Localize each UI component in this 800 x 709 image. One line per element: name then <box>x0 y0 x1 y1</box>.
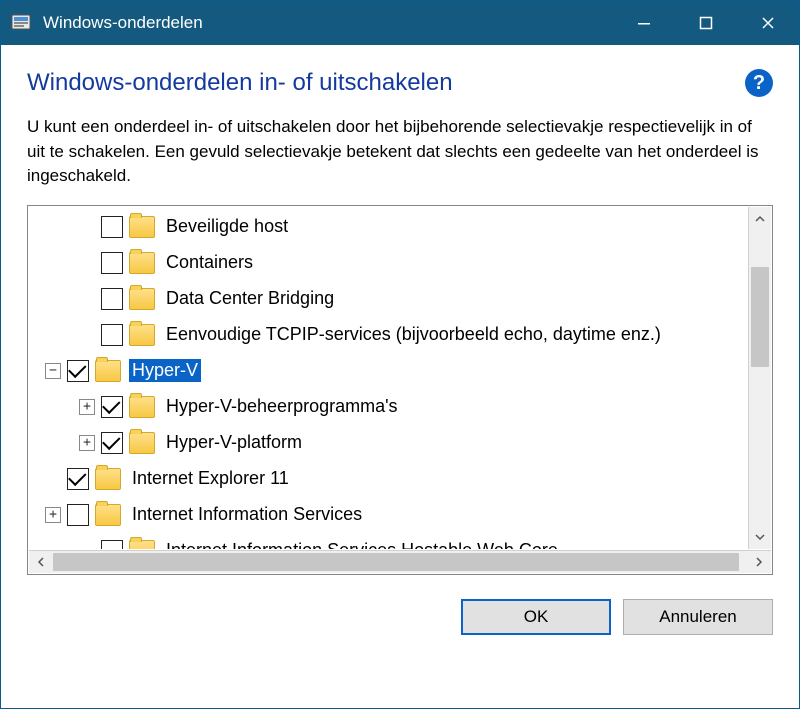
collapse-icon[interactable]: − <box>45 363 61 379</box>
folder-icon <box>129 216 155 238</box>
tree-row[interactable]: +Data Center Bridging <box>29 281 747 317</box>
scroll-left-icon[interactable] <box>29 551 53 573</box>
tree-row[interactable]: +Containers <box>29 245 747 281</box>
folder-icon <box>129 396 155 418</box>
feature-label[interactable]: Hyper-V <box>129 359 201 382</box>
ok-button[interactable]: OK <box>461 599 611 635</box>
tree-row[interactable]: +Internet Information Services Hostable … <box>29 533 747 549</box>
heading-row: Windows-onderdelen in- of uitschakelen ? <box>27 69 773 97</box>
maximize-button[interactable] <box>675 1 737 45</box>
dialog-body: Windows-onderdelen in- of uitschakelen ?… <box>1 45 799 708</box>
tree-list: +Beveiligde host+Containers+Data Center … <box>29 207 747 549</box>
feature-checkbox[interactable] <box>67 504 89 526</box>
app-icon <box>9 11 33 35</box>
folder-icon <box>95 468 121 490</box>
feature-checkbox[interactable] <box>101 324 123 346</box>
tree-row[interactable]: +Beveiligde host <box>29 209 747 245</box>
hscroll-thumb[interactable] <box>53 553 739 571</box>
help-icon[interactable]: ? <box>745 69 773 97</box>
feature-label[interactable]: Internet Information Services <box>129 503 365 526</box>
feature-checkbox[interactable] <box>101 396 123 418</box>
tree-row[interactable]: +Eenvoudige TCPIP-services (bijvoorbeeld… <box>29 317 747 353</box>
close-button[interactable] <box>737 1 799 45</box>
scroll-up-icon[interactable] <box>749 207 771 231</box>
vertical-scrollbar[interactable] <box>748 207 771 549</box>
feature-label[interactable]: Internet Information Services Hostable W… <box>163 539 561 549</box>
hscroll-track[interactable] <box>53 551 747 573</box>
window-controls <box>613 1 799 45</box>
feature-tree: +Beveiligde host+Containers+Data Center … <box>27 205 773 575</box>
feature-label[interactable]: Beveiligde host <box>163 215 291 238</box>
feature-label[interactable]: Eenvoudige TCPIP-services (bijvoorbeeld … <box>163 323 664 346</box>
folder-icon <box>95 360 121 382</box>
feature-checkbox[interactable] <box>101 216 123 238</box>
folder-icon <box>129 324 155 346</box>
folder-icon <box>129 540 155 549</box>
feature-checkbox[interactable] <box>67 360 89 382</box>
feature-checkbox[interactable] <box>101 432 123 454</box>
vscroll-track[interactable] <box>749 231 771 525</box>
titlebar: Windows-onderdelen <box>1 1 799 45</box>
feature-checkbox[interactable] <box>67 468 89 490</box>
feature-label[interactable]: Data Center Bridging <box>163 287 337 310</box>
folder-icon <box>95 504 121 526</box>
horizontal-scrollbar[interactable] <box>29 550 771 573</box>
tree-row[interactable]: +Internet Explorer 11 <box>29 461 747 497</box>
dialog-buttons: OK Annuleren <box>27 575 773 657</box>
folder-icon <box>129 432 155 454</box>
feature-label[interactable]: Internet Explorer 11 <box>129 467 292 490</box>
feature-checkbox[interactable] <box>101 540 123 549</box>
tree-viewport: +Beveiligde host+Containers+Data Center … <box>29 207 747 549</box>
expand-icon[interactable]: + <box>79 399 95 415</box>
window-title: Windows-onderdelen <box>43 13 613 33</box>
feature-label[interactable]: Hyper-V-platform <box>163 431 305 454</box>
feature-checkbox[interactable] <box>101 288 123 310</box>
feature-checkbox[interactable] <box>101 252 123 274</box>
scroll-down-icon[interactable] <box>749 525 771 549</box>
description-text: U kunt een onderdeel in- of uitschakelen… <box>27 115 773 189</box>
expand-icon[interactable]: + <box>45 507 61 523</box>
expand-icon[interactable]: + <box>79 435 95 451</box>
tree-row[interactable]: − Hyper-V <box>29 353 747 389</box>
cancel-button[interactable]: Annuleren <box>623 599 773 635</box>
minimize-button[interactable] <box>613 1 675 45</box>
folder-icon <box>129 252 155 274</box>
tree-row[interactable]: + Hyper-V-platform <box>29 425 747 461</box>
scroll-right-icon[interactable] <box>747 551 771 573</box>
folder-icon <box>129 288 155 310</box>
page-heading: Windows-onderdelen in- of uitschakelen <box>27 69 745 97</box>
feature-label[interactable]: Containers <box>163 251 256 274</box>
vscroll-thumb[interactable] <box>751 267 769 367</box>
window: Windows-onderdelen Windows-onderdelen in… <box>0 0 800 709</box>
tree-row[interactable]: + Internet Information Services <box>29 497 747 533</box>
tree-row[interactable]: + Hyper-V-beheerprogramma's <box>29 389 747 425</box>
feature-label[interactable]: Hyper-V-beheerprogramma's <box>163 395 401 418</box>
